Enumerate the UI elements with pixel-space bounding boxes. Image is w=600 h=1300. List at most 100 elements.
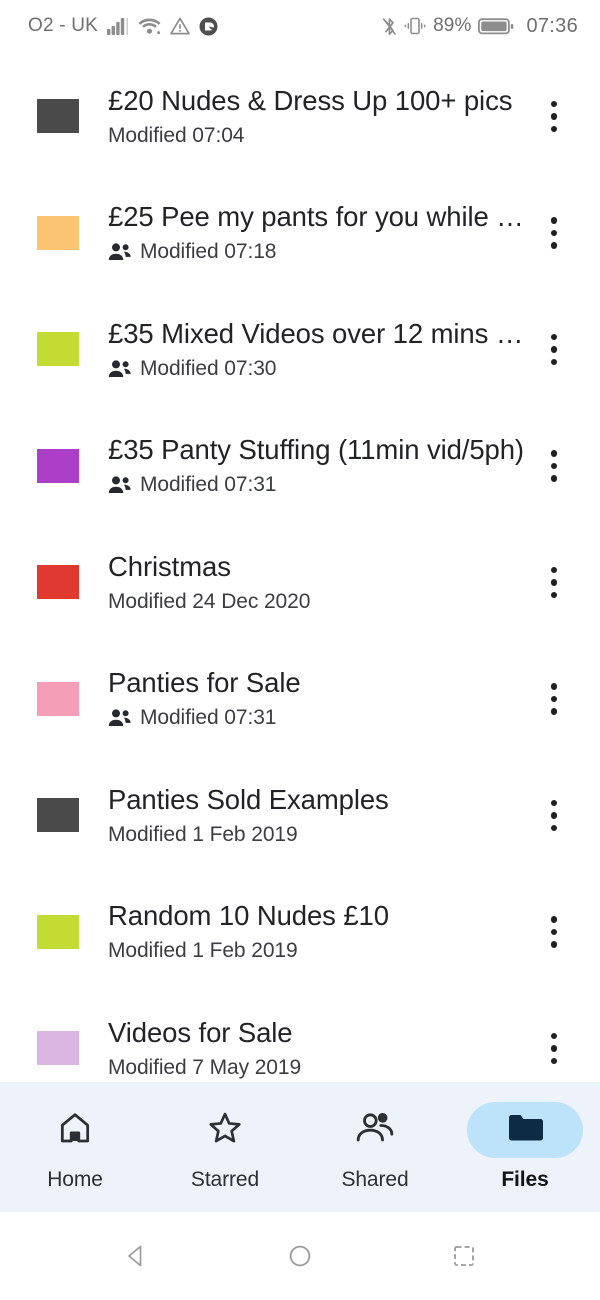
vibrate-icon [404,16,426,36]
file-name: £25 Pee my pants for you while t… [108,201,526,233]
shared-people-icon [108,359,132,378]
nav-pill-starred [167,1102,283,1158]
star-icon [206,1109,244,1152]
clock-label: 07:36 [526,14,578,37]
file-meta: Modified 07:04 [108,123,526,149]
file-row[interactable]: Panties for Sale Modified 07:31 [0,640,600,757]
dot [550,812,558,819]
overflow-menu-button[interactable] [526,897,582,967]
dot [550,708,558,715]
shared-people-icon [108,708,132,727]
nav-pill-home [17,1102,133,1158]
overflow-menu-button[interactable] [526,81,582,151]
file-row[interactable]: £35 Panty Stuffing (11min vid/5ph) Modifi… [0,407,600,524]
nav-item-files[interactable]: Files [450,1102,600,1192]
carrier-label: O2 - UK [28,15,99,36]
file-row[interactable]: Videos for Sale Modified 7 May 2019 [0,990,600,1082]
signal-bars-icon [107,17,129,35]
shared-people-icon [108,242,132,261]
overflow-menu-button[interactable] [526,1013,582,1082]
file-modified-label: Modified 07:04 [108,123,245,147]
data-saver-icon [199,17,218,36]
file-text: £35 Panty Stuffing (11min vid/5ph) Modifi… [108,433,526,498]
file-text: Christmas Modified 24 Dec 2020 [108,550,526,615]
file-meta: Modified 07:30 [108,356,526,382]
file-meta: Modified 7 May 2019 [108,1055,526,1081]
dot [550,333,558,340]
dot [550,928,558,935]
nav-item-shared[interactable]: Shared [300,1102,450,1192]
file-row[interactable]: Random 10 Nudes £10 Modified 1 Feb 2019 [0,873,600,990]
overflow-menu-button[interactable] [526,314,582,384]
dot [550,591,558,598]
dot [550,346,558,353]
dot [550,125,558,132]
file-list[interactable]: £20 Nudes & Dress Up 100+ pics Modified 0… [0,52,600,1082]
file-row[interactable]: Christmas Modified 24 Dec 2020 [0,524,600,641]
file-meta: Modified 07:31 [108,472,526,498]
dot [550,566,558,573]
dot [550,462,558,469]
folder-icon [36,910,80,954]
nav-item-home[interactable]: Home [0,1102,150,1192]
folder-icon [507,1113,543,1148]
overflow-menu-button[interactable] [526,198,582,268]
nav-item-starred[interactable]: Starred [150,1102,300,1192]
back-button[interactable] [112,1232,160,1280]
overflow-menu-button[interactable] [526,431,582,501]
recents-button[interactable] [440,1232,488,1280]
dot [550,579,558,586]
bluetooth-icon [382,16,397,37]
dot [550,683,558,690]
file-text: Panties for Sale Modified 07:31 [108,666,526,731]
dot [550,1045,558,1052]
people-icon [355,1108,395,1153]
system-navigation-bar [0,1212,600,1300]
file-meta: Modified 1 Feb 2019 [108,822,526,848]
file-modified-label: Modified 24 Dec 2020 [108,589,311,613]
file-meta: Modified 07:18 [108,239,526,265]
folder-icon [36,677,80,721]
file-modified-label: Modified 07:18 [140,240,277,264]
overflow-menu-button[interactable] [526,780,582,850]
dot [550,229,558,236]
nav-label-home: Home [47,1168,103,1191]
status-bar: O2 - UK 89% 07:36 [0,0,600,52]
file-modified-label: Modified 07:30 [140,356,277,380]
folder-icon [36,793,80,837]
shared-people-icon [108,475,132,494]
file-meta: Modified 24 Dec 2020 [108,589,526,615]
file-meta: Modified 1 Feb 2019 [108,938,526,964]
home-button[interactable] [276,1232,324,1280]
folder-icon [36,94,80,138]
dot [550,916,558,923]
status-bar-right: 89% 07:36 [382,15,578,38]
dot [550,941,558,948]
folder-icon [36,211,80,255]
bottom-navigation-bar: Home Starred Shared Files [0,1082,600,1212]
dot [550,475,558,482]
file-meta: Modified 07:31 [108,705,526,731]
file-row[interactable]: £25 Pee my pants for you while t… Modifie… [0,174,600,291]
file-name: Videos for Sale [108,1016,293,1048]
dot [550,450,558,457]
overflow-menu-button[interactable] [526,664,582,734]
file-name: £35 Panty Stuffing (11min vid/5ph) [108,434,524,466]
file-row[interactable]: £35 Mixed Videos over 12 mins o… Modified… [0,291,600,408]
overflow-menu-button[interactable] [526,547,582,617]
folder-icon [36,444,80,488]
dot [550,113,558,120]
file-row[interactable]: £20 Nudes & Dress Up 100+ pics Modified 0… [0,58,600,175]
dot [550,242,558,249]
file-manager-screen: O2 - UK 89% 07:36 £20 Nudes & Dress Up 1… [0,0,600,1300]
file-name: Panties Sold Examples [108,783,389,815]
file-name: Random 10 Nudes £10 [108,900,389,932]
wifi-icon [138,17,161,35]
file-modified-label: Modified 7 May 2019 [108,1055,302,1079]
file-row[interactable]: Panties Sold Examples Modified 1 Feb 2019 [0,757,600,874]
file-name: Panties for Sale [108,667,301,699]
nav-pill-files [467,1102,583,1158]
file-modified-label: Modified 1 Feb 2019 [108,822,298,846]
file-name: £20 Nudes & Dress Up 100+ pics [108,84,513,116]
dot [550,824,558,831]
